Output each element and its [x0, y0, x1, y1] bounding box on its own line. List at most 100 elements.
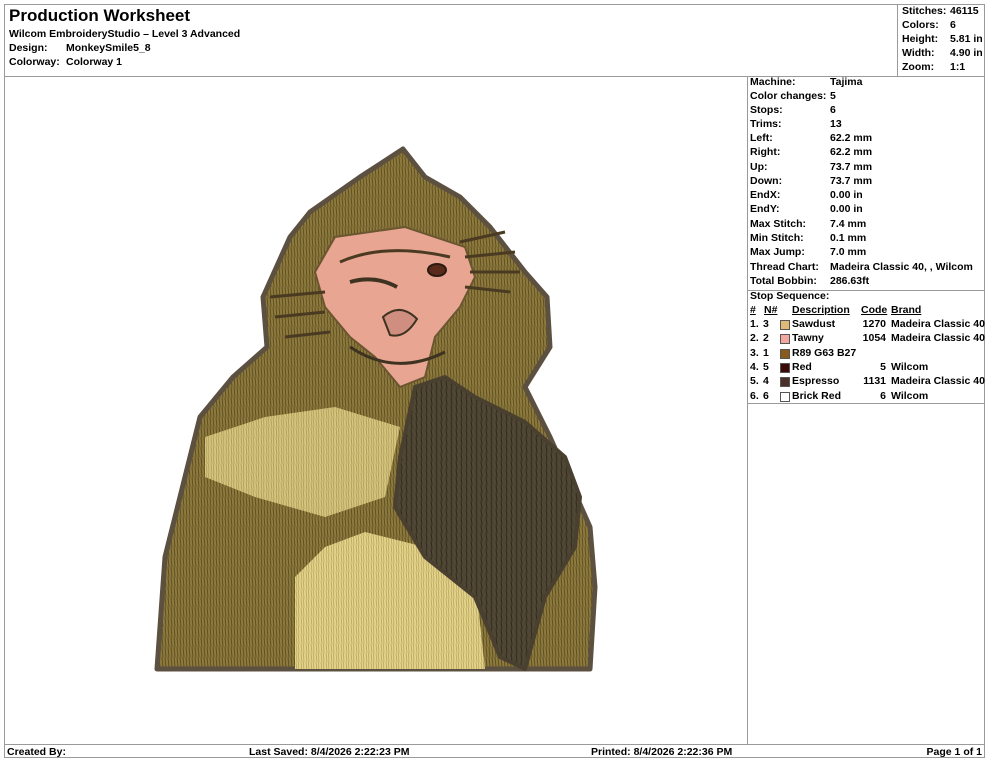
stat-value: 46115 — [950, 5, 979, 17]
design-line: Design: MonkeySmile5_8 — [9, 42, 151, 54]
info-value: Madeira Classic 40, , Wilcom — [830, 261, 973, 273]
info-label: Trims: — [750, 118, 782, 130]
info-value: 0.00 in — [830, 189, 863, 201]
info-stops: Stops: 6 — [750, 104, 836, 116]
info-label: EndX: — [750, 189, 781, 201]
divider — [748, 403, 985, 404]
info-up: Up: 73.7 mm — [750, 161, 872, 173]
stop-row-brand: Wilcom — [891, 361, 929, 373]
stop-row-brand: Wilcom — [891, 390, 929, 402]
info-value: 7.0 mm — [830, 246, 867, 258]
worksheet-header: Production Worksheet Wilcom EmbroiderySt… — [5, 5, 984, 77]
info-value: 73.7 mm — [830, 175, 873, 187]
printed-date: Printed: 8/4/2026 2:22:36 PM — [591, 746, 733, 758]
stop-row-description: Tawny — [792, 332, 824, 344]
stat-label: Zoom: — [902, 61, 935, 73]
stop-row-code: 6 — [880, 390, 886, 402]
info-label: EndY: — [750, 203, 780, 215]
stop-row-num: 6. — [750, 390, 759, 402]
stat-zoom: Zoom: 1:1 — [902, 61, 965, 73]
page-number: Page 1 of 1 — [926, 746, 982, 758]
info-value: 73.7 mm — [830, 161, 873, 173]
design-value: MonkeySmile5_8 — [66, 42, 151, 54]
thread-color-swatch — [780, 377, 790, 387]
stat-colors: Colors: 6 — [902, 19, 956, 31]
info-value: 0.00 in — [830, 203, 863, 215]
info-value: 13 — [830, 118, 842, 130]
info-down: Down: 73.7 mm — [750, 175, 872, 187]
stat-height: Height: 5.81 in — [902, 33, 983, 45]
colorway-label: Colorway: — [9, 56, 60, 68]
col-header-num: # — [750, 304, 756, 316]
info-label: Left: — [750, 132, 773, 144]
info-value: 62.2 mm — [830, 132, 873, 144]
info-thread-chart: Thread Chart: Madeira Classic 40, , Wilco… — [750, 261, 973, 273]
stop-row-code: 1270 — [862, 318, 886, 330]
stop-row-brand: Madeira Classic 40 — [891, 332, 985, 344]
stat-label: Colors: — [902, 19, 939, 31]
info-value: 62.2 mm — [830, 146, 873, 158]
stat-label: Height: — [902, 33, 939, 45]
thread-color-swatch — [780, 349, 790, 359]
worksheet-footer: Created By: Last Saved: 8/4/2026 2:22:23… — [5, 744, 984, 759]
page-title: Production Worksheet — [9, 6, 191, 25]
stat-width: Width: 4.90 in — [902, 47, 983, 59]
info-endy: EndY: 0.00 in — [750, 203, 863, 215]
stats-panel: Stitches: 46115 Colors: 6 Height: 5.81 in W… — [897, 5, 986, 76]
info-label: Max Stitch: — [750, 218, 807, 230]
stop-row-num: 4. — [750, 361, 759, 373]
stop-row-num: 1. — [750, 318, 759, 330]
info-trims: Trims: 13 — [750, 118, 842, 130]
embroidery-monkey-image — [154, 146, 598, 672]
last-saved: Last Saved: 8/4/2026 2:22:23 PM — [249, 746, 410, 758]
stat-label: Width: — [902, 47, 935, 59]
stop-row-needle: 2 — [763, 332, 769, 344]
info-min-stitch: Min Stitch: 0.1 mm — [750, 232, 866, 244]
stop-row-needle: 6 — [763, 390, 769, 402]
colorway-value: Colorway 1 — [66, 56, 123, 68]
info-label: Thread Chart: — [750, 261, 819, 273]
stop-row-description: Espresso — [792, 375, 840, 387]
stat-value: 1:1 — [950, 61, 966, 73]
info-max-jump: Max Jump: 7.0 mm — [750, 246, 866, 258]
info-total-bobbin: Total Bobbin: 286.63ft — [750, 275, 869, 287]
col-header-n: N# — [764, 304, 778, 316]
thread-color-swatch — [780, 334, 790, 344]
info-value: 5 — [830, 90, 836, 102]
stat-value: 5.81 in — [950, 33, 983, 45]
stat-value: 4.90 in — [950, 47, 983, 59]
design-preview — [5, 77, 748, 744]
stop-row-brand: Madeira Classic 40 — [891, 318, 985, 330]
info-label: Min Stitch: — [750, 232, 804, 244]
info-right: Right: 62.2 mm — [750, 146, 872, 158]
info-label: Right: — [750, 146, 781, 158]
info-label: Color changes: — [750, 90, 827, 102]
info-endx: EndX: 0.00 in — [750, 189, 863, 201]
stop-row-code: 1054 — [862, 332, 886, 344]
created-by: Created By: — [7, 746, 66, 758]
stop-row-needle: 1 — [763, 347, 769, 359]
colorway-line: Colorway: Colorway 1 — [9, 56, 122, 68]
info-value: 6 — [830, 104, 836, 116]
stop-row-code: 1131 — [863, 375, 886, 387]
stop-row-needle: 3 — [763, 318, 769, 330]
software-line: Wilcom EmbroideryStudio – Level 3 Advanc… — [9, 28, 241, 40]
stop-row-description: R89 G63 B27 — [792, 347, 857, 359]
col-header-description: Description — [792, 304, 850, 316]
stop-sequence-title: Stop Sequence: — [750, 290, 830, 302]
stat-value: 6 — [950, 19, 956, 31]
info-max-stitch: Max Stitch: 7.4 mm — [750, 218, 866, 230]
info-value: 7.4 mm — [830, 218, 867, 230]
info-left: Left: 62.2 mm — [750, 132, 872, 144]
stop-row-needle: 4 — [763, 375, 769, 387]
info-label: Total Bobbin: — [750, 275, 817, 287]
stop-row-brand: Madeira Classic 40 — [891, 375, 985, 387]
stop-row-num: 3. — [750, 347, 759, 359]
stat-stitches: Stitches: 46115 — [902, 5, 979, 17]
stop-row-num: 2. — [750, 332, 759, 344]
stop-row-description: Brick Red — [792, 390, 842, 402]
info-label: Up: — [750, 161, 768, 173]
stat-label: Stitches: — [902, 5, 947, 17]
info-label: Down: — [750, 175, 783, 187]
info-color-changes: Color changes: 5 — [750, 90, 836, 102]
